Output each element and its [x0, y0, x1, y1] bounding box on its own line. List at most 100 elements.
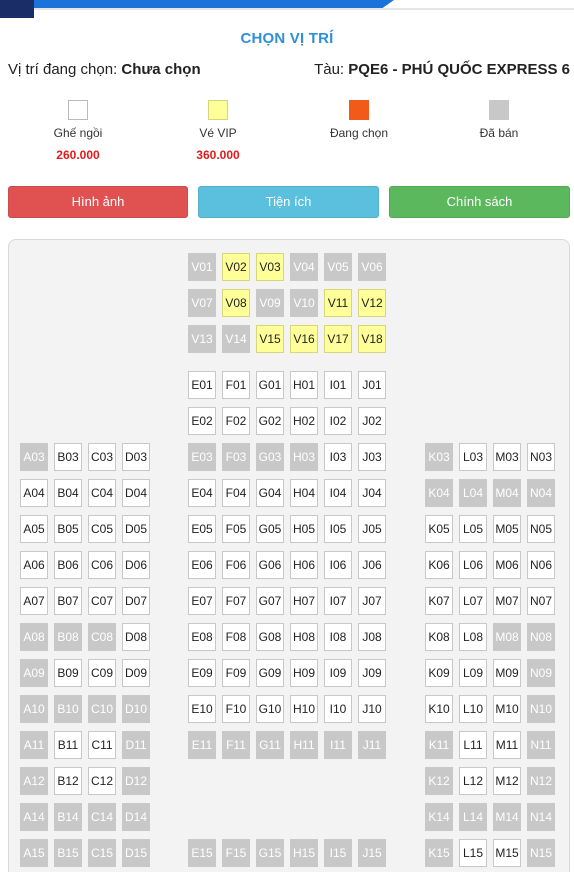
seat-a07[interactable]: A07: [20, 587, 48, 615]
seat-k06[interactable]: K06: [425, 551, 453, 579]
seat-v15[interactable]: V15: [256, 325, 284, 353]
seat-a06[interactable]: A06: [20, 551, 48, 579]
seat-h08[interactable]: H08: [290, 623, 318, 651]
seat-d06[interactable]: D06: [122, 551, 150, 579]
seat-j10[interactable]: J10: [358, 695, 386, 723]
seat-m06[interactable]: M06: [493, 551, 521, 579]
seat-b06[interactable]: B06: [54, 551, 82, 579]
seat-e02[interactable]: E02: [188, 407, 216, 435]
seat-g10[interactable]: G10: [256, 695, 284, 723]
seat-j04[interactable]: J04: [358, 479, 386, 507]
seat-m15[interactable]: M15: [493, 839, 521, 867]
seat-g09[interactable]: G09: [256, 659, 284, 687]
seat-h06[interactable]: H06: [290, 551, 318, 579]
seat-j01[interactable]: J01: [358, 371, 386, 399]
seat-i03[interactable]: I03: [324, 443, 352, 471]
seat-c03[interactable]: C03: [88, 443, 116, 471]
seat-l12[interactable]: L12: [459, 767, 487, 795]
seat-m10[interactable]: M10: [493, 695, 521, 723]
seat-m05[interactable]: M05: [493, 515, 521, 543]
seat-m09[interactable]: M09: [493, 659, 521, 687]
seat-h07[interactable]: H07: [290, 587, 318, 615]
seat-h02[interactable]: H02: [290, 407, 318, 435]
seat-b12[interactable]: B12: [54, 767, 82, 795]
seat-v12[interactable]: V12: [358, 289, 386, 317]
seat-h10[interactable]: H10: [290, 695, 318, 723]
seat-l05[interactable]: L05: [459, 515, 487, 543]
amenities-button[interactable]: Tiện ích: [198, 186, 379, 218]
seat-e10[interactable]: E10: [188, 695, 216, 723]
seat-i07[interactable]: I07: [324, 587, 352, 615]
seat-d05[interactable]: D05: [122, 515, 150, 543]
seat-h05[interactable]: H05: [290, 515, 318, 543]
seat-d03[interactable]: D03: [122, 443, 150, 471]
seat-f09[interactable]: F09: [222, 659, 250, 687]
seat-l15[interactable]: L15: [459, 839, 487, 867]
seat-l09[interactable]: L09: [459, 659, 487, 687]
seat-m12[interactable]: M12: [493, 767, 521, 795]
seat-g05[interactable]: G05: [256, 515, 284, 543]
seat-c12[interactable]: C12: [88, 767, 116, 795]
seat-b09[interactable]: B09: [54, 659, 82, 687]
seat-d09[interactable]: D09: [122, 659, 150, 687]
seat-m03[interactable]: M03: [493, 443, 521, 471]
seat-n07[interactable]: N07: [527, 587, 555, 615]
seat-f01[interactable]: F01: [222, 371, 250, 399]
seat-l07[interactable]: L07: [459, 587, 487, 615]
seat-f06[interactable]: F06: [222, 551, 250, 579]
seat-c04[interactable]: C04: [88, 479, 116, 507]
seat-i08[interactable]: I08: [324, 623, 352, 651]
seat-j05[interactable]: J05: [358, 515, 386, 543]
seat-d04[interactable]: D04: [122, 479, 150, 507]
seat-v17[interactable]: V17: [324, 325, 352, 353]
seat-e07[interactable]: E07: [188, 587, 216, 615]
seat-h09[interactable]: H09: [290, 659, 318, 687]
seat-j07[interactable]: J07: [358, 587, 386, 615]
seat-m07[interactable]: M07: [493, 587, 521, 615]
seat-g06[interactable]: G06: [256, 551, 284, 579]
seat-b04[interactable]: B04: [54, 479, 82, 507]
seat-e04[interactable]: E04: [188, 479, 216, 507]
seat-l06[interactable]: L06: [459, 551, 487, 579]
seat-j08[interactable]: J08: [358, 623, 386, 651]
seat-f04[interactable]: F04: [222, 479, 250, 507]
seat-c07[interactable]: C07: [88, 587, 116, 615]
seat-l11[interactable]: L11: [459, 731, 487, 759]
seat-k10[interactable]: K10: [425, 695, 453, 723]
seat-g08[interactable]: G08: [256, 623, 284, 651]
seat-e05[interactable]: E05: [188, 515, 216, 543]
seat-v18[interactable]: V18: [358, 325, 386, 353]
seat-j03[interactable]: J03: [358, 443, 386, 471]
seat-j09[interactable]: J09: [358, 659, 386, 687]
seat-h04[interactable]: H04: [290, 479, 318, 507]
seat-e01[interactable]: E01: [188, 371, 216, 399]
seat-f08[interactable]: F08: [222, 623, 250, 651]
seat-b11[interactable]: B11: [54, 731, 82, 759]
seat-j02[interactable]: J02: [358, 407, 386, 435]
seat-d08[interactable]: D08: [122, 623, 150, 651]
seat-k08[interactable]: K08: [425, 623, 453, 651]
seat-f05[interactable]: F05: [222, 515, 250, 543]
seat-e09[interactable]: E09: [188, 659, 216, 687]
images-button[interactable]: Hình ảnh: [8, 186, 188, 218]
seat-e08[interactable]: E08: [188, 623, 216, 651]
seat-b07[interactable]: B07: [54, 587, 82, 615]
seat-l03[interactable]: L03: [459, 443, 487, 471]
seat-v11[interactable]: V11: [324, 289, 352, 317]
seat-f02[interactable]: F02: [222, 407, 250, 435]
policy-button[interactable]: Chính sách: [389, 186, 570, 218]
seat-m11[interactable]: M11: [493, 731, 521, 759]
seat-g01[interactable]: G01: [256, 371, 284, 399]
seat-i05[interactable]: I05: [324, 515, 352, 543]
seat-j06[interactable]: J06: [358, 551, 386, 579]
seat-c06[interactable]: C06: [88, 551, 116, 579]
seat-k07[interactable]: K07: [425, 587, 453, 615]
seat-c09[interactable]: C09: [88, 659, 116, 687]
seat-n05[interactable]: N05: [527, 515, 555, 543]
seat-i10[interactable]: I10: [324, 695, 352, 723]
seat-k09[interactable]: K09: [425, 659, 453, 687]
seat-v02[interactable]: V02: [222, 253, 250, 281]
seat-i09[interactable]: I09: [324, 659, 352, 687]
seat-a05[interactable]: A05: [20, 515, 48, 543]
seat-n06[interactable]: N06: [527, 551, 555, 579]
